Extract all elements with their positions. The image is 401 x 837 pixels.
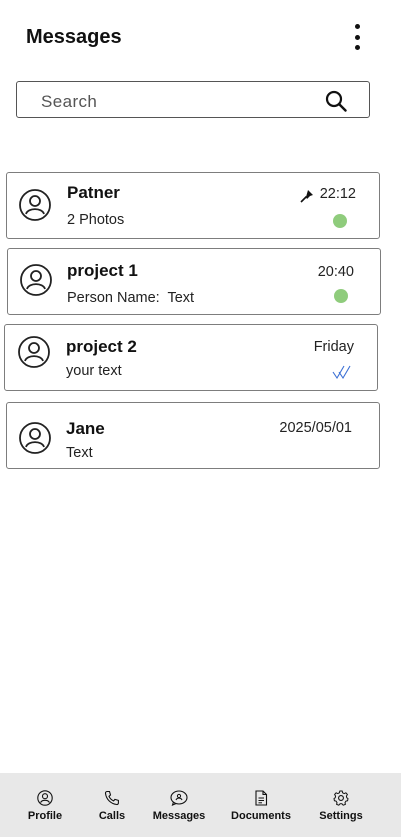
conversation-name: Patner [67,183,120,202]
bottom-navigation: Profile Calls Messages Documents Setting… [0,773,401,837]
avatar-icon [19,422,51,454]
nav-messages[interactable]: Messages [148,773,210,837]
search-icon[interactable] [325,90,347,112]
nav-label: Settings [319,810,363,822]
phone-icon [104,790,119,806]
nav-documents[interactable]: Documents [227,773,295,837]
conversation-name: project 1 [67,261,138,280]
avatar-icon [19,189,51,221]
conversation-time: Friday [313,339,354,355]
conversation-item[interactable]: Patner 2 Photos 22:12 [6,172,380,239]
conversation-time: 2025/05/01 [279,420,352,436]
nav-profile[interactable]: Profile [22,773,68,837]
page-title: Messages [26,26,122,48]
avatar-icon [18,336,50,368]
avatar-icon [20,264,52,296]
conversation-name: Jane [66,419,105,438]
search-input[interactable]: Search [16,81,370,118]
profile-icon [37,790,53,806]
nav-label: Calls [98,810,126,822]
messages-icon [170,790,188,806]
nav-settings[interactable]: Settings [315,773,367,837]
conversation-preview: Person Name: Text [67,290,195,306]
conversation-item[interactable]: project 2 your text Friday [4,324,378,391]
read-receipt-icon [332,365,351,380]
search-placeholder: Search [41,92,98,111]
nav-label: Profile [27,810,63,822]
conversation-time: 20:40 [317,264,354,280]
conversation-preview: 2 Photos [67,212,125,228]
nav-label: Documents [231,810,291,822]
unread-indicator [333,214,347,228]
pin-icon [300,190,313,203]
more-vertical-icon[interactable] [349,24,365,50]
conversation-item[interactable]: Jane Text 2025/05/01 [6,402,380,469]
conversation-preview: your text [66,363,122,379]
conversation-name: project 2 [66,337,137,356]
conversation-item[interactable]: project 1 Person Name: Text 20:40 [7,248,381,315]
nav-calls[interactable]: Calls [92,773,132,837]
nav-label: Messages [152,810,206,822]
document-icon [255,790,268,806]
unread-indicator [334,289,348,303]
conversation-time: 22:12 [319,186,356,202]
conversation-preview: Text [66,445,93,461]
settings-icon [333,790,349,806]
